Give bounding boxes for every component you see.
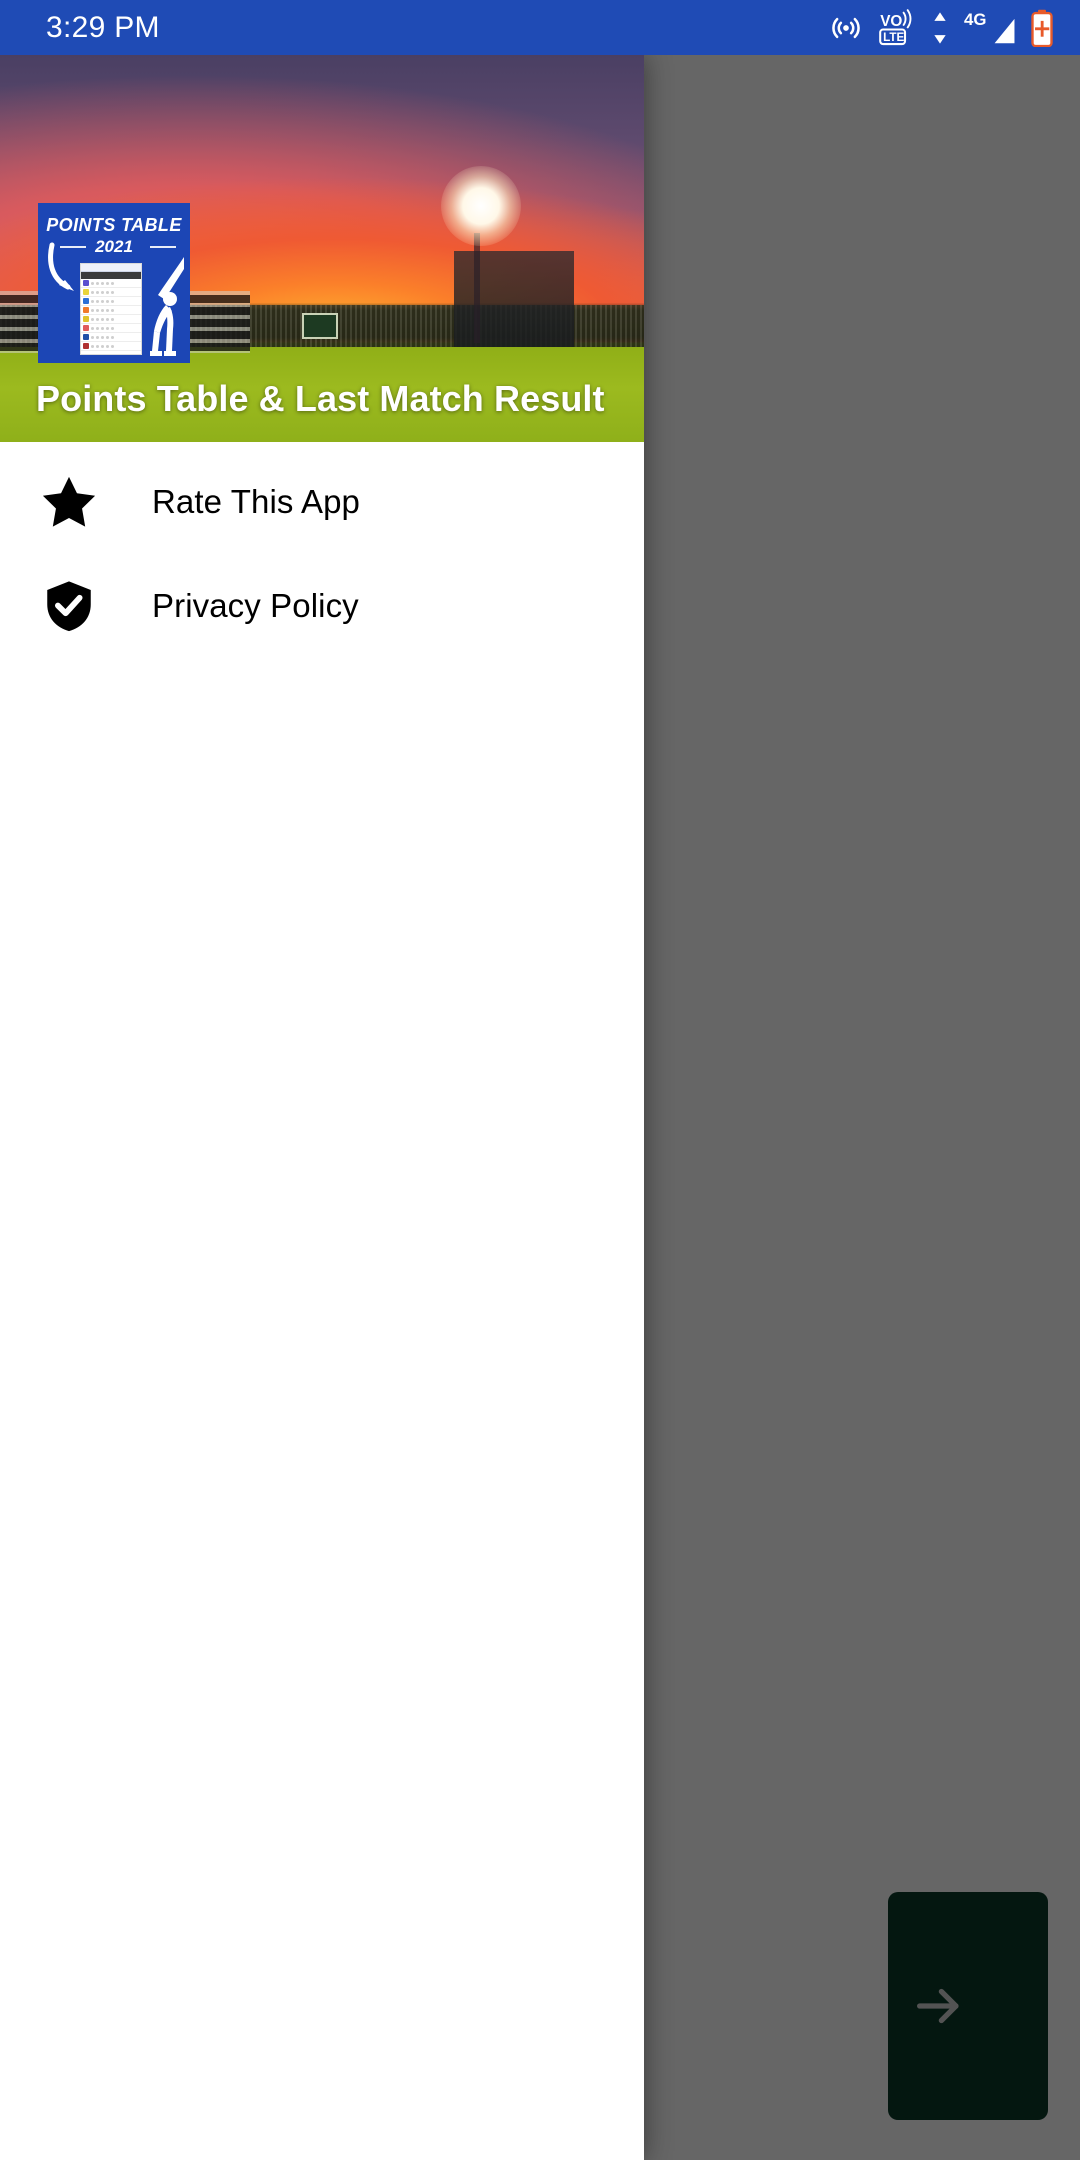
scoreboard — [302, 313, 338, 339]
navigation-drawer: POINTS TABLE 2021 Points Table & Last Ma… — [0, 55, 644, 2160]
hotspot-icon — [832, 17, 860, 38]
table-row — [81, 297, 141, 306]
cricket-batsman-icon — [150, 257, 184, 356]
floodlight-icon — [441, 166, 521, 246]
drawer-item-label: Privacy Policy — [152, 587, 359, 624]
status-time: 3:29 PM — [46, 11, 160, 44]
table-row — [81, 279, 141, 288]
table-row — [81, 342, 141, 351]
app-icon-title: POINTS TABLE — [46, 215, 182, 235]
table-row — [81, 306, 141, 315]
arrow-right-icon — [917, 1988, 959, 2024]
volte-icon: VO LTE — [879, 8, 912, 45]
stadium-stand-block — [454, 251, 574, 347]
signal-4g-icon: 4G — [964, 9, 1015, 43]
table-row — [81, 324, 141, 333]
shield-check-icon — [38, 575, 100, 637]
next-arrow-button[interactable] — [888, 1892, 1048, 2120]
table-row — [81, 315, 141, 324]
status-icons: VO LTE 4G — [828, 8, 1054, 47]
svg-text:VO: VO — [880, 12, 902, 29]
drawer-header-title: Points Table & Last Match Result — [36, 378, 605, 419]
svg-text:4G: 4G — [964, 9, 986, 28]
floodlight-pole — [474, 233, 480, 343]
svg-text:LTE: LTE — [883, 31, 904, 44]
phone-screen: 3:29 PM VO LTE 4G POINTS TABLE 2021 Poin… — [0, 0, 1080, 2160]
points-table-app-icon: POINTS TABLE 2021 — [38, 203, 190, 363]
status-bar: 3:29 PM VO LTE 4G — [0, 0, 1080, 55]
table-row — [81, 333, 141, 342]
drawer-item-rate-this-app[interactable]: Rate This App — [0, 450, 644, 554]
table-subhead — [81, 272, 141, 279]
drawer-menu-list: Rate This App Privacy Policy — [0, 442, 644, 658]
drawer-header: POINTS TABLE 2021 Points Table & Last Ma… — [0, 55, 644, 442]
table-row — [81, 288, 141, 297]
drawer-item-label: Rate This App — [152, 483, 360, 520]
battery-charging-icon — [1031, 9, 1053, 47]
table-head — [81, 264, 141, 272]
data-transfer-icon — [934, 11, 946, 44]
drawer-item-privacy-policy[interactable]: Privacy Policy — [0, 554, 644, 658]
star-icon — [38, 471, 100, 533]
app-icon-points-table — [80, 263, 142, 355]
